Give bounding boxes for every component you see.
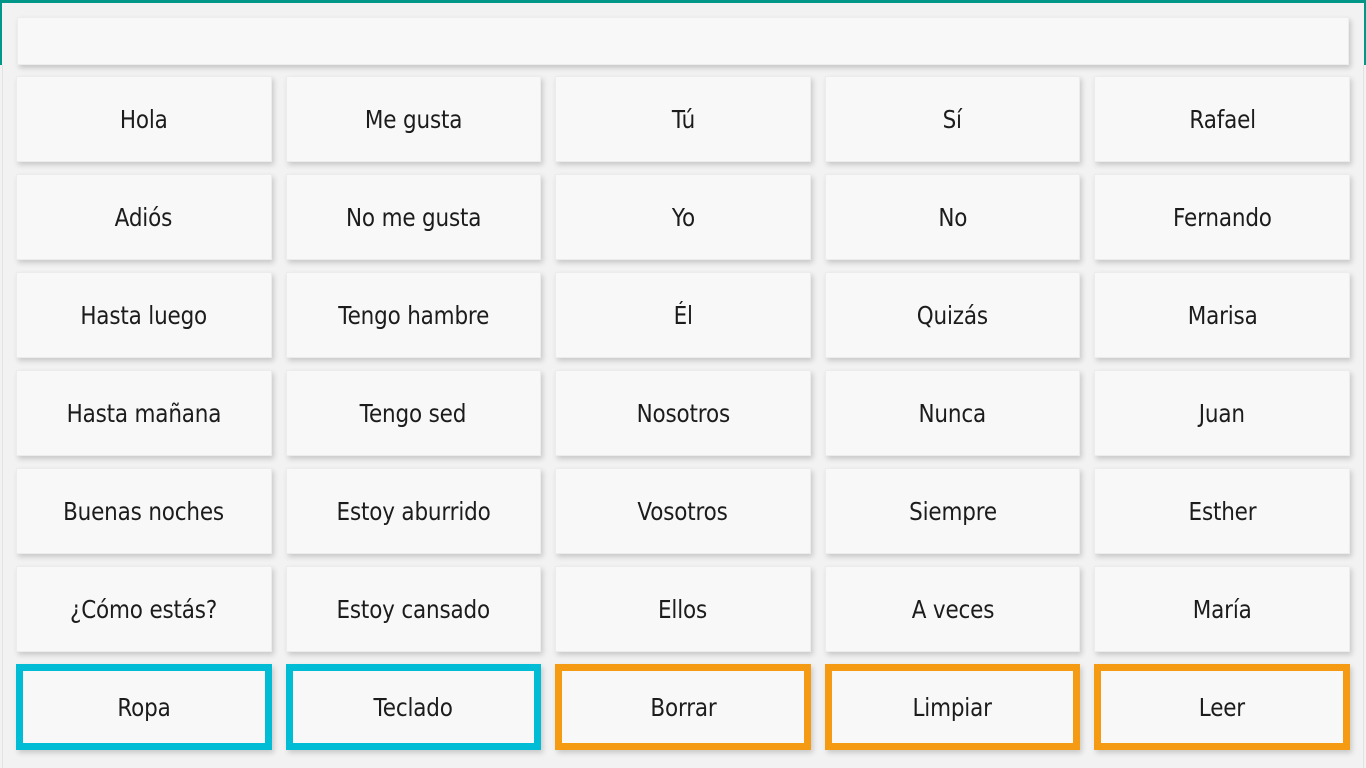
phrase-cell-label: A veces [911, 594, 994, 624]
page-edge-left [2, 65, 3, 768]
phrase-cell[interactable]: No me gusta [285, 174, 542, 260]
phrase-cell-label: ¿Cómo estás? [70, 594, 218, 624]
phrase-cell-label: Esther [1188, 496, 1257, 526]
phrase-cell-label: Tengo hambre [337, 300, 489, 330]
phrase-cell[interactable]: Limpiar [824, 664, 1081, 750]
phrase-cell[interactable]: Tú [555, 76, 811, 162]
phrase-cell-label: Vosotros [637, 496, 729, 526]
phrase-cell[interactable]: Vosotros [555, 468, 811, 554]
phrase-cell-label: Ropa [117, 692, 171, 722]
phrase-cell-label: Sí [942, 104, 963, 134]
phrase-cell[interactable]: ¿Cómo estás? [16, 566, 272, 652]
phrase-cell-label: Él [673, 300, 693, 330]
window-frame-left-accent [0, 0, 2, 65]
phrase-cell[interactable]: Hasta mañana [16, 370, 272, 456]
aac-board-app: Hola Me gusta Tú Sí Rafael Adiós No me gusta Yo… [0, 0, 1366, 768]
phrase-cell-label: Fernando [1172, 202, 1272, 232]
phrase-cell-label: Rafael [1188, 104, 1256, 134]
phrase-cell-label: Borrar [649, 692, 717, 722]
phrase-cell-label: Tú [671, 104, 695, 134]
page-edge-right [1363, 65, 1364, 768]
phrase-cell-label: Nosotros [636, 398, 730, 428]
phrase-cell-label: María [1192, 594, 1252, 624]
phrase-cell-label: Me gusta [364, 104, 463, 134]
phrase-cell[interactable]: Estoy cansado [285, 566, 542, 652]
phrase-cell[interactable]: Fernando [1094, 174, 1350, 260]
phrase-cell[interactable]: Adiós [16, 174, 272, 260]
phrase-cell[interactable]: Tengo sed [285, 370, 542, 456]
window-frame-top-accent [0, 0, 1366, 3]
phrase-cell[interactable]: Estoy aburrido [285, 468, 542, 554]
phrase-cell[interactable]: Hasta luego [16, 272, 272, 358]
phrase-cell-label: Buenas noches [63, 496, 225, 526]
phrase-cell[interactable]: Esther [1094, 468, 1350, 554]
phrase-cell[interactable]: Ropa [16, 664, 272, 750]
phrase-cell-label: Juan [1199, 398, 1246, 428]
phrase-cell-label: Quizás [917, 300, 989, 330]
phrase-cell-label: Ellos [658, 594, 708, 624]
phrase-cell-label: Adiós [115, 202, 173, 232]
phrase-cell[interactable]: Yo [555, 174, 811, 260]
message-compose-bar[interactable] [17, 17, 1349, 65]
phrase-cell-label: Hasta mañana [66, 398, 222, 428]
phrase-cell-label: Estoy cansado [336, 594, 491, 624]
phrase-cell-label: Limpiar [912, 692, 993, 722]
phrase-cell[interactable]: Rafael [1094, 76, 1350, 162]
phrase-cell-label: Hasta luego [80, 300, 208, 330]
phrase-cell[interactable]: Hola [16, 76, 272, 162]
phrase-cell-label: Tengo sed [360, 398, 467, 428]
phrase-cell-label: Siempre [908, 496, 997, 526]
phrase-cell-label: Estoy aburrido [336, 496, 491, 526]
phrase-cell[interactable]: Nunca [824, 370, 1081, 456]
phrase-cell[interactable]: Nosotros [555, 370, 811, 456]
phrase-cell[interactable]: Borrar [555, 664, 811, 750]
phrase-cell[interactable]: Juan [1094, 370, 1350, 456]
phrase-cell[interactable]: A veces [824, 566, 1081, 652]
phrase-cell-label: Teclado [373, 692, 454, 722]
phrase-cell[interactable]: María [1094, 566, 1350, 652]
phrase-cell[interactable]: Tengo hambre [285, 272, 542, 358]
phrase-cell[interactable]: Marisa [1094, 272, 1350, 358]
phrase-cell-label: Marisa [1187, 300, 1258, 330]
phrase-cell-label: No [938, 202, 968, 232]
phrase-cell[interactable]: Teclado [285, 664, 542, 750]
phrase-cell[interactable]: Sí [824, 76, 1081, 162]
phrase-cell-label: Nunca [918, 398, 987, 428]
phrase-cell[interactable]: Ellos [555, 566, 811, 652]
phrase-cell[interactable]: Me gusta [285, 76, 542, 162]
phrase-cell-label: Yo [671, 202, 695, 232]
phrase-cell-label: No me gusta [345, 202, 482, 232]
phrase-cell-label: Leer [1199, 692, 1246, 722]
phrase-cell[interactable]: Siempre [824, 468, 1081, 554]
phrase-cell[interactable]: Leer [1094, 664, 1350, 750]
phrase-cell[interactable]: Quizás [824, 272, 1081, 358]
phrase-cell[interactable]: No [824, 174, 1081, 260]
phrase-grid: Hola Me gusta Tú Sí Rafael Adiós No me gusta Yo… [16, 76, 1350, 750]
phrase-cell[interactable]: Buenas noches [16, 468, 272, 554]
phrase-cell[interactable]: Él [555, 272, 811, 358]
phrase-cell-label: Hola [119, 104, 168, 134]
